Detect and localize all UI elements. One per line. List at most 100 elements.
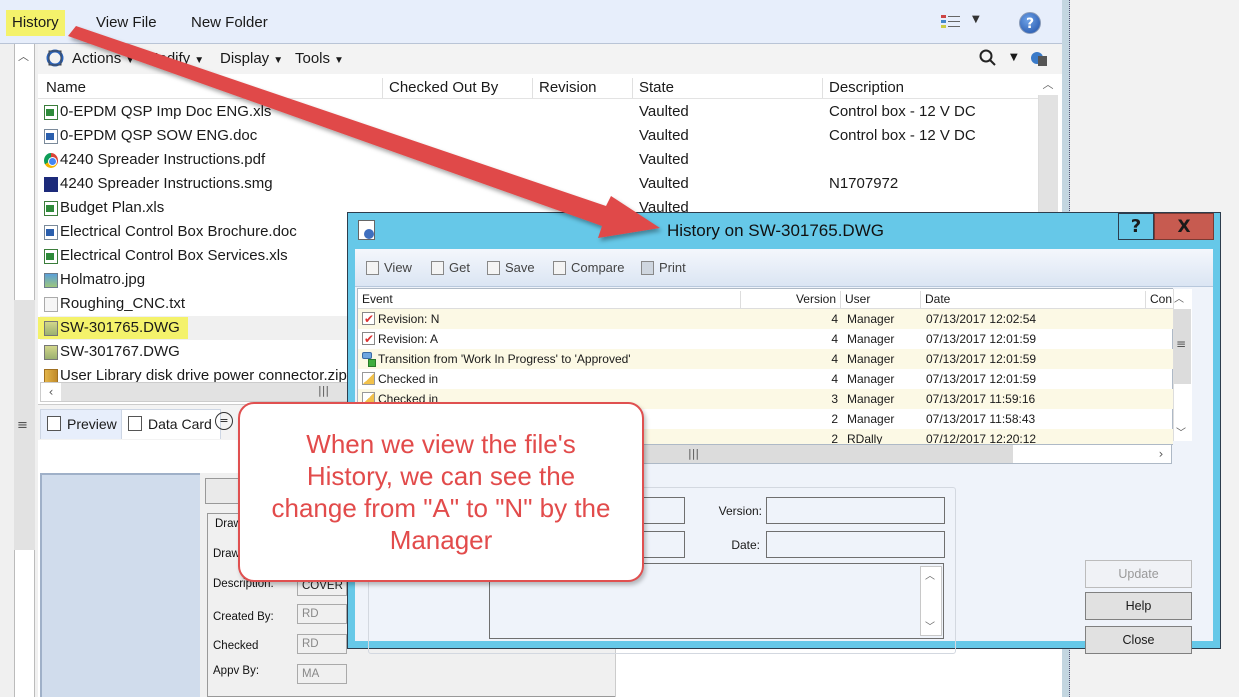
dialog-help-button[interactable]: ? <box>1118 213 1154 240</box>
tab-data-card[interactable]: Data Card <box>121 409 221 439</box>
chevron-up-icon[interactable]: ︿ <box>18 48 29 64</box>
chevron-right-icon[interactable]: › <box>1151 445 1171 463</box>
print-button[interactable]: Print <box>641 260 686 275</box>
column-header-description[interactable]: Description <box>823 78 1038 98</box>
column-header-user[interactable]: User <box>841 291 921 308</box>
column-header-name[interactable]: Name <box>40 78 383 98</box>
save-icon <box>487 261 500 275</box>
file-name: User Library disk drive power connector.… <box>60 367 347 382</box>
event-text: Revision: N <box>378 312 440 326</box>
word-file-icon <box>44 225 58 240</box>
chevron-down-icon[interactable]: ﹀ <box>1176 424 1186 439</box>
history-row[interactable]: Revision: A 4 Manager 07/13/2017 12:01:59 <box>358 329 1173 349</box>
tab-preview[interactable]: Preview <box>40 409 126 439</box>
file-list-vertical-scrollbar[interactable] <box>1038 75 1058 215</box>
chevron-up-icon[interactable]: ︿ <box>1038 75 1058 95</box>
event-text: Revision: A <box>378 332 439 346</box>
column-header-revision[interactable]: Revision <box>533 78 633 98</box>
file-list-horizontal-scrollbar[interactable] <box>40 382 360 402</box>
history-row[interactable]: Transition from 'Work In Progress' to 'A… <box>358 349 1173 369</box>
chevron-down-icon[interactable]: ▼ <box>972 14 980 25</box>
chevron-down-icon: ▼ <box>334 55 344 66</box>
file-row[interactable]: 0-EPDM QSP Imp Doc ENG.xls Vaulted Control… <box>40 100 1038 124</box>
actions-menu[interactable]: Actions ▼ <box>72 50 135 67</box>
file-name: Electrical Control Box Brochure.doc <box>60 223 297 240</box>
grip-icon[interactable]: ||| <box>318 384 329 397</box>
date-value: 07/13/2017 12:01:59 <box>926 372 1037 386</box>
grip-icon[interactable]: ≡ <box>1176 337 1186 351</box>
view-button[interactable]: View <box>366 260 412 275</box>
grip-icon[interactable]: ≡ <box>17 418 28 433</box>
chevron-down-icon[interactable]: ▼ <box>1010 52 1018 63</box>
user-value: Manager <box>847 392 895 406</box>
field-label: Appv By: <box>213 665 260 677</box>
chevron-down-icon: ▼ <box>194 55 205 66</box>
date-field[interactable] <box>766 531 945 558</box>
version-value: 4 <box>831 312 838 326</box>
chevron-left-icon[interactable]: ‹ <box>41 383 61 401</box>
new-folder-button[interactable]: New Folder <box>185 10 274 36</box>
excel-file-icon <box>44 201 58 216</box>
created-by-field[interactable]: RD <box>297 604 347 624</box>
help-button[interactable]: Help <box>1085 592 1192 620</box>
file-name: SW-301765.DWG <box>60 319 180 336</box>
column-header-state[interactable]: State <box>633 78 823 98</box>
column-header-checked-out-by[interactable]: Checked Out By <box>383 78 533 98</box>
view-file-button[interactable]: View File <box>90 10 163 36</box>
history-icon <box>358 220 375 240</box>
save-button[interactable]: Save <box>487 260 535 275</box>
close-button[interactable]: Close <box>1085 626 1192 654</box>
column-header-version[interactable]: Version <box>741 291 841 308</box>
help-icon[interactable]: ? <box>1019 12 1041 34</box>
display-menu[interactable]: Display ▼ <box>220 50 283 67</box>
update-button[interactable]: Update <box>1085 560 1192 588</box>
version-value: 3 <box>831 392 838 406</box>
date-value: 07/13/2017 12:01:59 <box>926 332 1037 346</box>
preview-icon <box>47 416 61 431</box>
file-row[interactable]: 4240 Spreader Instructions.pdf Vaulted <box>40 148 1038 172</box>
file-row[interactable]: 4240 Spreader Instructions.smg Vaulted N17… <box>40 172 1038 196</box>
compare-button[interactable]: Compare <box>553 260 624 275</box>
date-value: 07/13/2017 11:59:16 <box>926 392 1036 406</box>
file-name: Roughing_CNC.txt <box>60 295 186 312</box>
modify-label: Modify <box>146 50 191 67</box>
chevron-up-icon[interactable]: ︿ <box>925 567 935 582</box>
zip-file-icon <box>44 369 58 382</box>
excel-file-icon <box>44 105 58 120</box>
history-row[interactable]: Checked in 4 Manager 07/13/2017 12:01:59 <box>358 369 1173 389</box>
revision-icon <box>362 329 375 349</box>
file-name: Electrical Control Box Services.xls <box>60 247 288 264</box>
list-view-icon[interactable] <box>940 14 962 32</box>
history-row[interactable]: Revision: N 4 Manager 07/13/2017 12:02:54 <box>358 309 1173 329</box>
approved-by-field[interactable]: MA <box>297 664 347 684</box>
history-button[interactable]: History <box>6 10 65 36</box>
data-card-icon <box>128 416 142 431</box>
compare-icon <box>553 261 566 275</box>
horizontal-scroll-track[interactable] <box>1013 445 1151 463</box>
annotation-callout: When we view the file's History, we can … <box>238 402 644 582</box>
file-description: N1707972 <box>829 175 899 192</box>
chevron-down-icon[interactable]: ﹀ <box>925 618 935 633</box>
more-tabs-icon[interactable]: = <box>215 412 233 430</box>
search-icon[interactable] <box>979 49 997 67</box>
excel-file-icon <box>44 249 58 264</box>
checked-by-field[interactable]: RD <box>297 634 347 654</box>
refresh-icon[interactable] <box>45 48 65 68</box>
column-header-event[interactable]: Event <box>358 291 741 308</box>
print-label: Print <box>659 260 686 275</box>
get-button[interactable]: Get <box>431 260 470 275</box>
actions-label: Actions <box>72 50 122 67</box>
pdf-file-icon <box>44 153 58 168</box>
date-value: 07/12/2017 12:20:12 <box>926 432 1037 444</box>
column-header-comment[interactable]: Con <box>1146 291 1173 308</box>
grip-icon[interactable]: ||| <box>688 447 699 460</box>
file-state: Vaulted <box>639 103 689 120</box>
column-header-date[interactable]: Date <box>921 291 1146 308</box>
tools-menu[interactable]: Tools ▼ <box>295 50 344 67</box>
version-field[interactable] <box>766 497 945 524</box>
local-cache-icon[interactable] <box>1030 48 1048 68</box>
chevron-up-icon[interactable]: ︿ <box>1174 290 1184 305</box>
modify-menu[interactable]: Modify ▼ <box>146 50 204 67</box>
file-row[interactable]: 0-EPDM QSP SOW ENG.doc Vaulted Control box… <box>40 124 1038 148</box>
dialog-close-button[interactable]: X <box>1154 213 1214 240</box>
